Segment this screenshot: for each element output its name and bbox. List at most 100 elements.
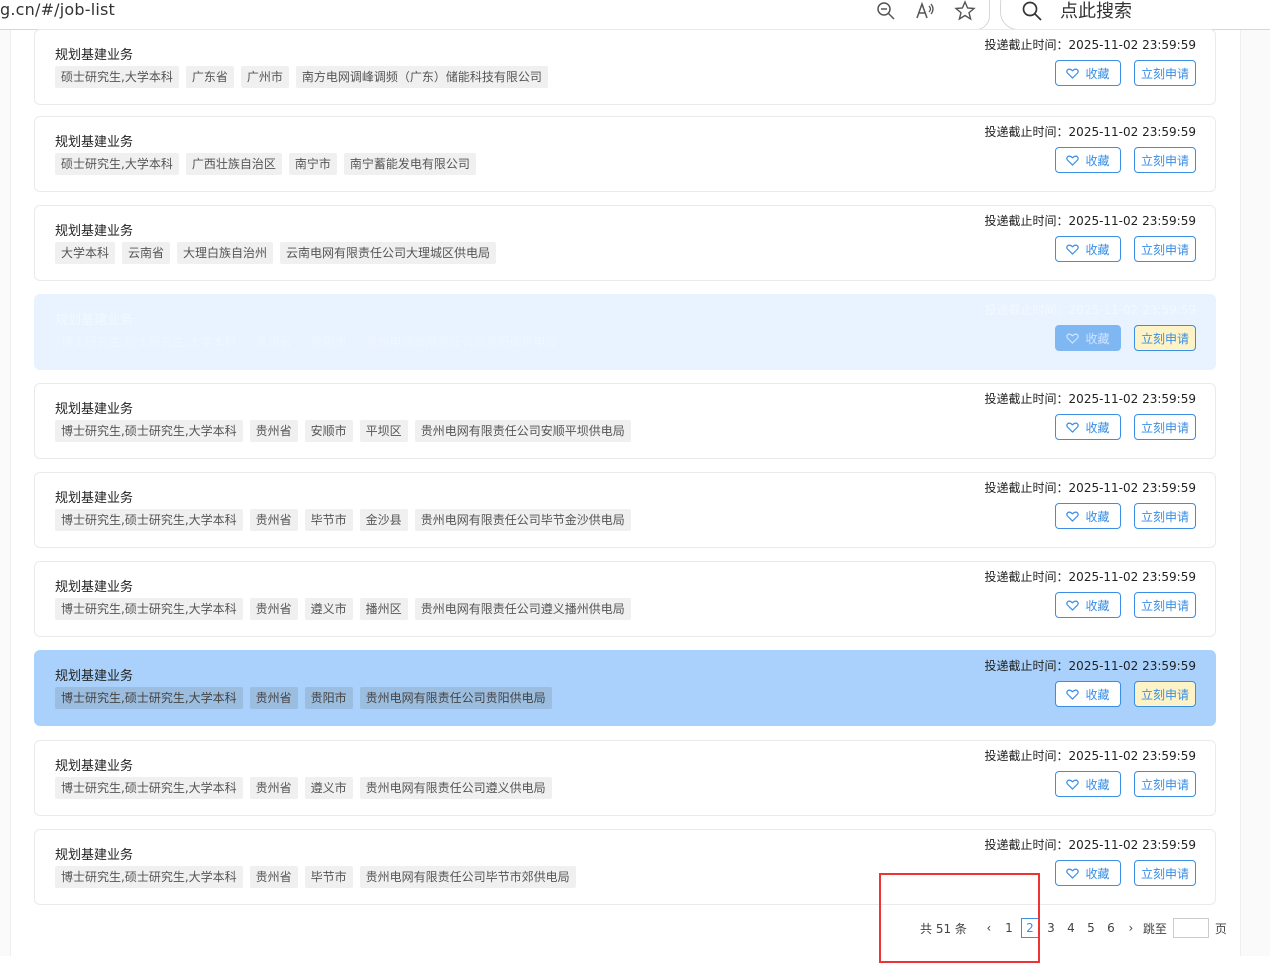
- highlight-annotation-box: [879, 873, 1040, 963]
- job-title[interactable]: 规划基建业务: [55, 309, 133, 328]
- jump-page-input[interactable]: [1172, 918, 1209, 938]
- tag-education: 硕士研究生,大学本科: [55, 66, 179, 88]
- zoom-out-icon[interactable]: [874, 0, 898, 23]
- address-bar-url[interactable]: g.cn/#/job-list: [0, 0, 115, 19]
- job-deadline: 投递截止时间：2025-11-02 23:59:59: [984, 481, 1196, 495]
- next-page-button[interactable]: ›: [1121, 921, 1141, 935]
- page-5-button[interactable]: 5: [1081, 921, 1101, 935]
- apply-button[interactable]: 立刻申请: [1134, 414, 1196, 440]
- job-card[interactable]: 规划基建业务 大学本科 云南省 大理白族自治州 云南电网有限责任公司大理城区供电…: [34, 205, 1216, 281]
- job-title[interactable]: 规划基建业务: [55, 755, 133, 774]
- job-card[interactable]: 规划基建业务 博士研究生,硕士研究生,大学本科 贵州省 安顺市 平坝区 贵州电网…: [34, 383, 1216, 459]
- job-title[interactable]: 规划基建业务: [55, 844, 133, 863]
- heart-icon: [1066, 689, 1080, 700]
- job-deadline: 投递截止时间：2025-11-02 23:59:59: [984, 838, 1196, 852]
- favorite-button[interactable]: 收藏: [1055, 771, 1121, 797]
- tag-education: 大学本科: [55, 242, 116, 264]
- job-deadline: 投递截止时间：2025-11-02 23:59:59: [984, 749, 1196, 763]
- job-card[interactable]: 规划基建业务 博士研究生,硕士研究生,大学本科 贵州省 毕节市 金沙县 贵州电网…: [34, 472, 1216, 548]
- tag-company: 南宁蓄能发电有限公司: [343, 153, 476, 175]
- job-deadline: 投递截止时间：2025-11-02 23:59:59: [984, 38, 1196, 52]
- tag-city: 大理白族自治州: [177, 242, 274, 264]
- page-left-margin: [0, 30, 11, 956]
- job-deadline: 投递截止时间：2025-11-02 23:59:59: [984, 570, 1196, 584]
- job-card-selected[interactable]: 规划基建业务 博士研究生,硕士研究生,大学本科 贵州省 贵阳市 贵州电网有限责任…: [34, 650, 1216, 726]
- tag-city: 遵义市: [304, 777, 353, 799]
- job-tags: 博士研究生,硕士研究生,大学本科 贵州省 遵义市 播州区 贵州电网有限责任公司遵…: [55, 598, 631, 620]
- apply-button[interactable]: 立刻申请: [1134, 592, 1196, 618]
- apply-button[interactable]: 立刻申请: [1134, 860, 1196, 886]
- tag-province: 贵州省: [249, 420, 298, 442]
- heart-icon: [1066, 333, 1080, 344]
- tag-company: 贵州电网有限责任公司毕节金沙供电局: [414, 509, 631, 531]
- job-card[interactable]: 规划基建业务 硕士研究生,大学本科 广西壮族自治区 南宁市 南宁蓄能发电有限公司…: [34, 116, 1216, 192]
- heart-icon: [1066, 868, 1080, 879]
- page-suffix-label: 页: [1214, 921, 1227, 936]
- tag-company: 贵州电网有限责任公司贵阳南供电局: [365, 335, 558, 349]
- favorite-button[interactable]: 收藏: [1055, 681, 1121, 707]
- favorite-star-icon[interactable]: [953, 0, 977, 23]
- tag-district: 金沙县: [359, 509, 408, 531]
- job-card[interactable]: 规划基建业务 博士研究生,硕士研究生,大学本科 贵州省 遵义市 播州区 贵州电网…: [34, 561, 1216, 637]
- favorite-label: 收藏: [1085, 242, 1110, 257]
- heart-icon: [1066, 68, 1080, 79]
- tag-city: 贵阳市: [310, 335, 347, 349]
- heart-icon: [1066, 779, 1080, 790]
- apply-button[interactable]: 立刻申请: [1134, 60, 1196, 86]
- favorite-label: 收藏: [1085, 153, 1110, 168]
- favorite-button[interactable]: 收藏: [1055, 860, 1121, 886]
- job-title[interactable]: 规划基建业务: [55, 398, 133, 417]
- job-card[interactable]: 规划基建业务 硕士研究生,大学本科 广东省 广州市 南方电网调峰调频（广东）储能…: [34, 29, 1216, 105]
- tag-education: 博士研究生,硕士研究生,大学本科: [55, 509, 243, 531]
- tag-education: 硕士研究生,大学本科: [55, 153, 179, 175]
- job-tags: 博士研究生,硕士研究生,大学本科 贵州省 安顺市 平坝区 贵州电网有限责任公司安…: [55, 420, 631, 442]
- job-title[interactable]: 规划基建业务: [55, 220, 133, 239]
- job-tags: 大学本科 云南省 大理白族自治州 云南电网有限责任公司大理城区供电局: [55, 242, 497, 264]
- job-card[interactable]: 规划基建业务 博士研究生,硕士研究生,大学本科 贵州省 贵阳市 贵州电网有限责任…: [34, 294, 1216, 370]
- favorite-button[interactable]: 收藏: [1055, 236, 1121, 262]
- browser-toolbar: g.cn/#/job-list 点此搜索: [0, 0, 1270, 30]
- page-6-button[interactable]: 6: [1101, 921, 1121, 935]
- search-placeholder[interactable]: 点此搜索: [1060, 0, 1132, 23]
- apply-button[interactable]: 立刻申请: [1134, 236, 1196, 262]
- tag-company: 贵州电网有限责任公司毕节市郊供电局: [359, 866, 576, 888]
- favorite-button[interactable]: 收藏: [1055, 414, 1121, 440]
- heart-icon: [1066, 155, 1080, 166]
- favorite-button[interactable]: 收藏: [1055, 325, 1121, 351]
- tag-company: 贵州电网有限责任公司遵义供电局: [359, 777, 552, 799]
- job-title[interactable]: 规划基建业务: [55, 665, 133, 684]
- job-tags: 博士研究生,硕士研究生,大学本科 贵州省 贵阳市 贵州电网有限责任公司贵阳南供电…: [55, 331, 564, 353]
- favorite-label: 收藏: [1085, 509, 1110, 524]
- job-title[interactable]: 规划基建业务: [55, 487, 133, 506]
- job-title[interactable]: 规划基建业务: [55, 576, 133, 595]
- apply-button[interactable]: 立刻申请: [1134, 681, 1196, 707]
- apply-button[interactable]: 立刻申请: [1134, 147, 1196, 173]
- job-tags: 博士研究生,硕士研究生,大学本科 贵州省 遵义市 贵州电网有限责任公司遵义供电局: [55, 777, 552, 799]
- favorite-button[interactable]: 收藏: [1055, 147, 1121, 173]
- job-title[interactable]: 规划基建业务: [55, 131, 133, 150]
- favorite-button[interactable]: 收藏: [1055, 592, 1121, 618]
- address-bar[interactable]: [0, 0, 990, 30]
- apply-button[interactable]: 立刻申请: [1134, 771, 1196, 797]
- jump-label: 跳至: [1142, 921, 1167, 936]
- page-4-button[interactable]: 4: [1061, 921, 1081, 935]
- job-tags: 硕士研究生,大学本科 广东省 广州市 南方电网调峰调频（广东）储能科技有限公司: [55, 66, 548, 88]
- page-3-button[interactable]: 3: [1041, 921, 1061, 935]
- heart-icon: [1066, 244, 1080, 255]
- favorite-button[interactable]: 收藏: [1055, 60, 1121, 86]
- tag-province: 贵州省: [255, 335, 292, 349]
- tag-city: 遵义市: [304, 598, 353, 620]
- heart-icon: [1066, 422, 1080, 433]
- tag-company: 贵州电网有限责任公司安顺平坝供电局: [414, 420, 631, 442]
- read-aloud-icon[interactable]: [914, 0, 938, 23]
- job-card[interactable]: 规划基建业务 博士研究生,硕士研究生,大学本科 贵州省 遵义市 贵州电网有限责任…: [34, 740, 1216, 816]
- tag-province: 贵州省: [249, 598, 298, 620]
- tag-province: 贵州省: [249, 687, 298, 709]
- job-title[interactable]: 规划基建业务: [55, 44, 133, 63]
- job-deadline: 投递截止时间：2025-11-02 23:59:59: [984, 125, 1196, 139]
- search-icon[interactable]: [1020, 0, 1044, 23]
- tag-city: 毕节市: [304, 509, 353, 531]
- favorite-button[interactable]: 收藏: [1055, 503, 1121, 529]
- apply-button[interactable]: 立刻申请: [1134, 325, 1196, 351]
- apply-button[interactable]: 立刻申请: [1134, 503, 1196, 529]
